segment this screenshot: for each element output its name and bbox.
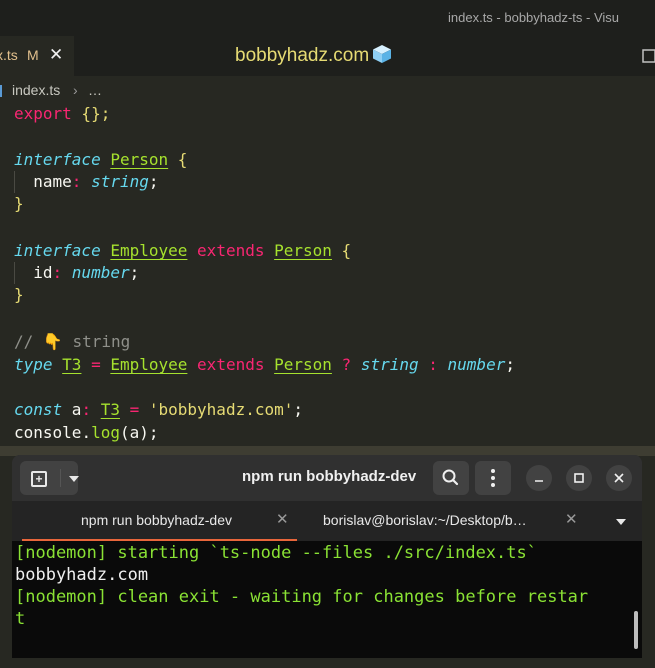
search-icon — [442, 469, 459, 486]
code-line-9: } — [14, 285, 24, 304]
close-icon[interactable]: ✕ — [276, 510, 289, 528]
window-title: index.ts - bobbyhadz-ts - Visu — [448, 10, 620, 25]
editor-tab-index-ts[interactable]: x.ts M ✕ — [0, 36, 74, 76]
terminal-header: + npm run bobbyhadz-dev — [12, 455, 642, 501]
code-editor[interactable]: export {}; interface Person { name: stri… — [0, 102, 655, 452]
modified-indicator: M — [27, 47, 39, 63]
terminal-line: t — [15, 609, 26, 629]
maximize-button[interactable] — [566, 465, 592, 491]
pointing-down-emoji: 👇 — [42, 332, 63, 351]
terminal-tab-bar: npm run bobbyhadz-dev ✕ borislav@borisla… — [12, 501, 642, 541]
indent-guide — [14, 262, 15, 284]
split-editor-icon[interactable] — [642, 48, 655, 64]
brand-text: bobbyhadz.com — [235, 45, 370, 66]
maximize-icon — [574, 473, 584, 483]
terminal-line: bobbyhadz.com — [15, 565, 149, 585]
code-line-3: interface Person { — [14, 150, 188, 169]
code-line-7: interface Employee extends Person { — [14, 241, 352, 260]
minimize-icon — [535, 480, 543, 482]
code-line-12: type T3 = Employee extends Person ? stri… — [14, 355, 515, 374]
minimize-button[interactable] — [526, 465, 552, 491]
menu-button[interactable] — [475, 461, 511, 495]
terminal-tab-label: borislav@borislav:~/Desktop/b… — [323, 512, 527, 528]
terminal-title: npm run bobbyhadz-dev — [242, 468, 417, 485]
chevron-down-icon[interactable] — [616, 519, 626, 525]
brand-overlay: bobbyhadz.com — [235, 44, 392, 67]
close-button[interactable] — [606, 465, 632, 491]
terminal-window: + npm run bobbyhadz-dev npm run bobbyhad… — [12, 455, 642, 658]
typescript-file-icon — [0, 85, 2, 97]
terminal-tab-label: npm run bobbyhadz-dev — [81, 512, 232, 528]
close-icon — [614, 473, 624, 483]
window-title-bar: index.ts - bobbyhadz-ts - Visu — [0, 0, 655, 36]
code-line-14: const a: T3 = 'bobbyhadz.com'; — [14, 400, 304, 419]
button-divider — [60, 469, 61, 487]
code-line-5: } — [14, 194, 24, 213]
code-line-1: export {}; — [14, 104, 111, 123]
search-button[interactable] — [433, 461, 469, 495]
terminal-line: [nodemon] clean exit - waiting for chang… — [15, 587, 589, 607]
breadcrumb-more[interactable]: … — [88, 82, 102, 98]
chevron-down-icon[interactable] — [69, 476, 79, 482]
code-line-8: id: number; — [33, 263, 140, 282]
kebab-menu-icon — [491, 469, 495, 487]
close-icon[interactable]: ✕ — [565, 510, 578, 528]
terminal-tab-npm[interactable]: npm run bobbyhadz-dev ✕ — [22, 501, 297, 541]
terminal-scrollbar[interactable] — [634, 611, 638, 649]
cube-icon — [373, 45, 392, 63]
terminal-tab-shell[interactable]: borislav@borislav:~/Desktop/b… ✕ — [307, 501, 597, 541]
breadcrumb-file[interactable]: index.ts — [12, 82, 60, 98]
new-tab-icon: + — [31, 471, 47, 487]
code-line-15: console.log(a); — [14, 423, 159, 442]
chevron-right-icon: › — [73, 82, 78, 98]
code-line-4: name: string; — [33, 172, 159, 191]
indent-guide — [14, 171, 15, 193]
editor-tab-bar: x.ts M ✕ bobbyhadz.com — [0, 36, 655, 76]
close-icon[interactable]: ✕ — [49, 45, 63, 65]
terminal-line: [nodemon] starting `ts-node --files ./sr… — [15, 543, 537, 563]
tab-filename: x.ts — [0, 47, 18, 63]
terminal-output[interactable]: [nodemon] starting `ts-node --files ./sr… — [12, 541, 642, 658]
code-line-11: // 👇 string — [14, 332, 131, 351]
new-tab-button[interactable]: + — [20, 461, 79, 495]
